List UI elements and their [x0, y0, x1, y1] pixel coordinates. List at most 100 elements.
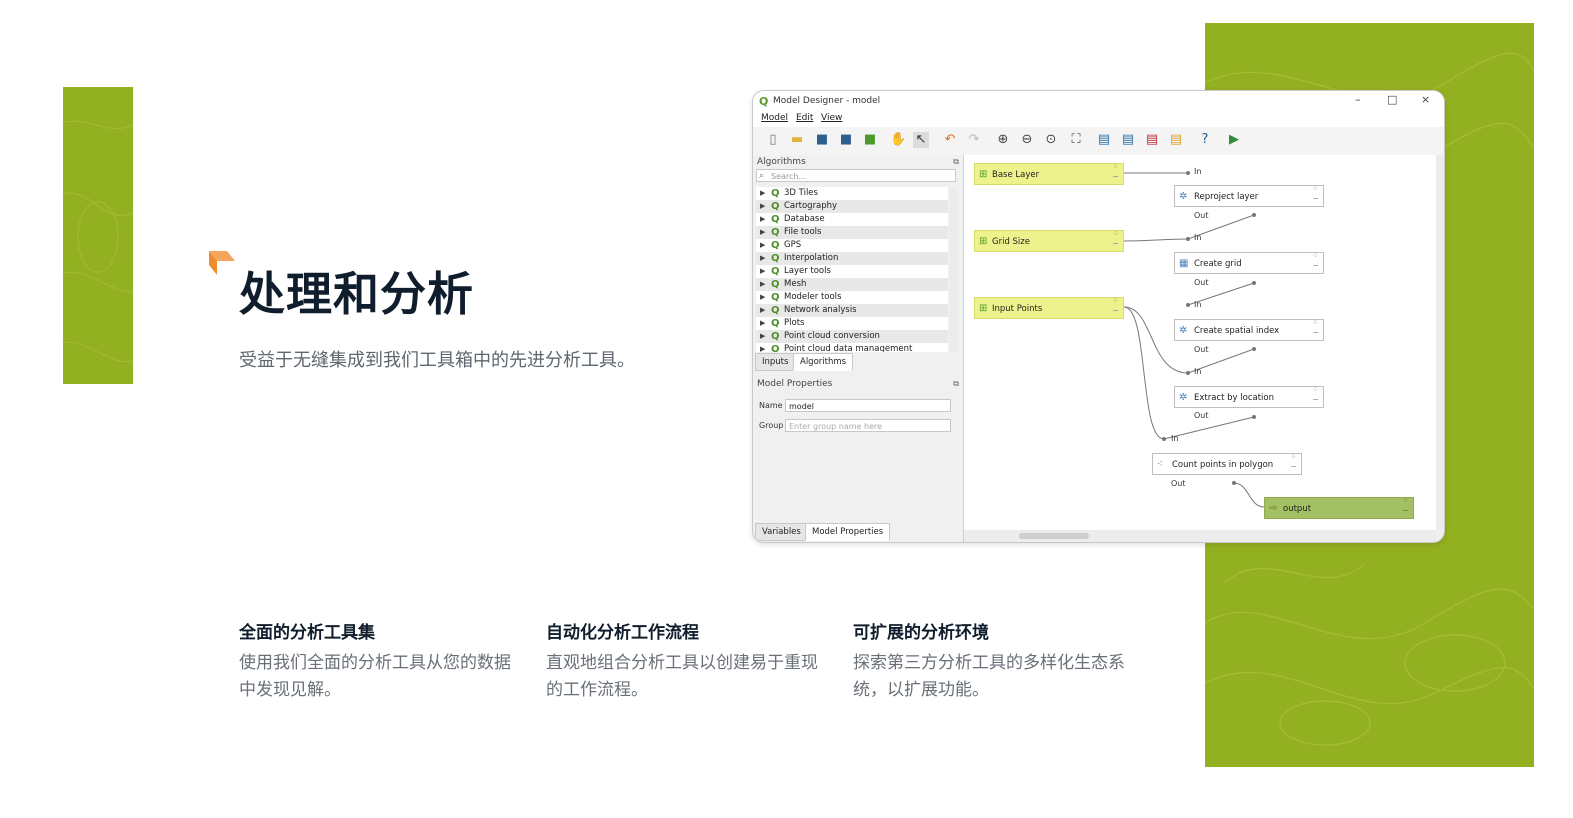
- expand-arrow-icon[interactable]: ▶: [760, 343, 765, 352]
- expand-arrow-icon[interactable]: ▶: [760, 304, 765, 317]
- qgis-group-icon: Q: [771, 279, 780, 290]
- port-out-label: Out: [1194, 411, 1209, 420]
- algorithm-node-count-points-in-polygon[interactable]: ⁖ Count points in polygon ⁘ −: [1152, 452, 1302, 475]
- expand-arrow-icon[interactable]: ▶: [760, 226, 765, 239]
- parameter-icon: ⊞: [979, 303, 988, 314]
- algorithm-group-item[interactable]: ▶ Q Mesh: [756, 278, 948, 291]
- algorithm-group-item[interactable]: ▶ Q Network analysis: [756, 304, 948, 317]
- algorithm-group-item[interactable]: ▶ Q Cartography: [756, 200, 948, 213]
- zoom-full-icon[interactable]: ⛶: [1068, 132, 1084, 148]
- node-menu-icon[interactable]: ⁘ −: [1112, 229, 1119, 249]
- dock-float-icon[interactable]: ⧉: [953, 157, 959, 167]
- help-icon[interactable]: ?: [1197, 132, 1213, 148]
- algorithm-group-item[interactable]: ▶ Q File tools: [756, 226, 948, 239]
- input-node-grid-size[interactable]: ⊞ Grid Size ⁘ −: [974, 229, 1124, 252]
- menu-model[interactable]: Model: [761, 113, 788, 123]
- new-model-icon[interactable]: ▯: [765, 132, 781, 148]
- canvas-vertical-scrollbar[interactable]: [1436, 155, 1444, 530]
- algorithm-group-item[interactable]: ▶ Q Plots: [756, 317, 948, 330]
- decorative-green-block-left: [63, 87, 133, 384]
- algorithm-group-label: Cartography: [784, 201, 838, 211]
- export-image-icon[interactable]: ■: [862, 132, 878, 148]
- expand-arrow-icon[interactable]: ▶: [760, 187, 765, 200]
- scrollbar-thumb[interactable]: [1019, 533, 1089, 539]
- node-menu-icon[interactable]: ⁘ −: [1312, 318, 1319, 338]
- expand-arrow-icon[interactable]: ▶: [760, 213, 765, 226]
- export-python-icon[interactable]: ▤: [1168, 132, 1184, 148]
- menu-edit[interactable]: Edit: [796, 113, 813, 123]
- algorithm-list-scrollbar[interactable]: [949, 187, 957, 352]
- export-pdf-icon[interactable]: ▤: [1144, 132, 1160, 148]
- node-menu-icon[interactable]: ⁘ −: [1112, 296, 1119, 316]
- save-icon[interactable]: ■: [814, 132, 830, 148]
- algorithm-group-item[interactable]: ▶ Q Interpolation: [756, 252, 948, 265]
- algorithm-node-extract-by-location[interactable]: ✲ Extract by location ⁘ −: [1174, 385, 1324, 408]
- expand-arrow-icon[interactable]: ▶: [760, 291, 765, 304]
- canvas-horizontal-scrollbar[interactable]: [964, 530, 1436, 542]
- save-as-icon[interactable]: ■: [838, 132, 854, 148]
- algorithm-group-item[interactable]: ▶ Q Modeler tools: [756, 291, 948, 304]
- algorithm-group-item[interactable]: ▶ Q Database: [756, 213, 948, 226]
- node-menu-icon[interactable]: ⁘ −: [1290, 452, 1297, 472]
- expand-arrow-icon[interactable]: ▶: [760, 239, 765, 252]
- expand-arrow-icon[interactable]: ▶: [760, 200, 765, 213]
- expand-arrow-icon[interactable]: ▶: [760, 265, 765, 278]
- export-svg-icon[interactable]: ▤: [1120, 132, 1136, 148]
- open-folder-icon[interactable]: ▬: [789, 132, 805, 148]
- expand-arrow-icon[interactable]: ▶: [760, 278, 765, 291]
- pan-hand-icon[interactable]: ✋: [890, 132, 906, 148]
- export-png-icon[interactable]: ▤: [1096, 132, 1112, 148]
- grid-icon: ▦: [1179, 258, 1189, 269]
- model-group-input[interactable]: Enter group name here: [785, 419, 951, 432]
- algorithm-group-item[interactable]: ▶ Q GPS: [756, 239, 948, 252]
- zoom-out-icon[interactable]: ⊖: [1019, 132, 1035, 148]
- select-arrow-icon[interactable]: ↖: [913, 132, 929, 148]
- expand-arrow-icon[interactable]: ▶: [760, 317, 765, 330]
- qgis-group-icon: Q: [771, 253, 780, 264]
- port-in-label: In: [1171, 434, 1179, 443]
- tab-variables[interactable]: Variables: [755, 523, 808, 541]
- algorithm-node-reproject-layer[interactable]: ✲ Reproject layer ⁘ −: [1174, 184, 1324, 207]
- port-in-label: In: [1194, 300, 1202, 309]
- model-name-input[interactable]: model: [785, 399, 951, 412]
- window-titlebar: Q Model Designer - model – □ ×: [753, 91, 1444, 111]
- maximize-button[interactable]: □: [1387, 93, 1397, 106]
- minimize-button[interactable]: –: [1355, 93, 1361, 106]
- close-button[interactable]: ×: [1421, 93, 1430, 106]
- undo-icon[interactable]: ↶: [942, 132, 958, 148]
- model-canvas[interactable]: ⊞ Base Layer ⁘ − ⊞ Grid Size ⁘ − ⊞ Input Points…: [964, 155, 1436, 530]
- tab-model-properties[interactable]: Model Properties: [805, 523, 891, 541]
- algorithm-node-create-grid[interactable]: ▦ Create grid ⁘ −: [1174, 251, 1324, 274]
- node-menu-icon[interactable]: ⁘ −: [1112, 162, 1119, 182]
- tab-inputs[interactable]: Inputs: [755, 353, 796, 371]
- input-node-base-layer[interactable]: ⊞ Base Layer ⁘ −: [974, 162, 1124, 185]
- window-title: Model Designer - model: [773, 96, 881, 106]
- node-menu-icon[interactable]: ⁘ −: [1312, 184, 1319, 204]
- expand-arrow-icon[interactable]: ▶: [760, 252, 765, 265]
- tab-algorithms[interactable]: Algorithms: [793, 353, 854, 371]
- algorithm-group-item[interactable]: ▶ Q Point cloud conversion: [756, 330, 948, 343]
- menu-view[interactable]: View: [821, 113, 842, 123]
- dock-float-icon[interactable]: ⧉: [953, 379, 959, 389]
- zoom-in-icon[interactable]: ⊕: [995, 132, 1011, 148]
- algorithm-group-item[interactable]: ▶ Q 3D Tiles: [756, 187, 948, 200]
- node-menu-icon[interactable]: ⁘ −: [1312, 251, 1319, 271]
- expand-arrow-icon[interactable]: ▶: [760, 330, 765, 343]
- output-node[interactable]: ⇨ output ⁘ −: [1264, 496, 1414, 519]
- redo-icon[interactable]: ↷: [966, 132, 982, 148]
- algorithm-search-input[interactable]: ⌕ Search...: [756, 169, 956, 182]
- node-label: Create spatial index: [1194, 326, 1280, 336]
- run-model-icon[interactable]: ▶: [1226, 132, 1242, 148]
- algorithm-node-create-spatial-index[interactable]: ✲ Create spatial index ⁘ −: [1174, 318, 1324, 341]
- input-node-input-points[interactable]: ⊞ Input Points ⁘ −: [974, 296, 1124, 319]
- algorithm-group-item[interactable]: ▶ Q Point cloud data management: [756, 343, 948, 352]
- node-menu-icon[interactable]: ⁘ −: [1402, 496, 1409, 516]
- algorithm-group-label: Database: [784, 214, 825, 224]
- node-menu-icon[interactable]: ⁘ −: [1312, 385, 1319, 405]
- qgis-group-icon: Q: [771, 227, 780, 238]
- qgis-group-icon: Q: [771, 266, 780, 277]
- zoom-actual-icon[interactable]: ⊙: [1043, 132, 1059, 148]
- algorithm-group-item[interactable]: ▶ Q Layer tools: [756, 265, 948, 278]
- port-in-label: In: [1194, 367, 1202, 376]
- feature-automated-workflows: 自动化分析工作流程 直观地组合分析工具以创建易于重现的工作流程。: [546, 620, 831, 704]
